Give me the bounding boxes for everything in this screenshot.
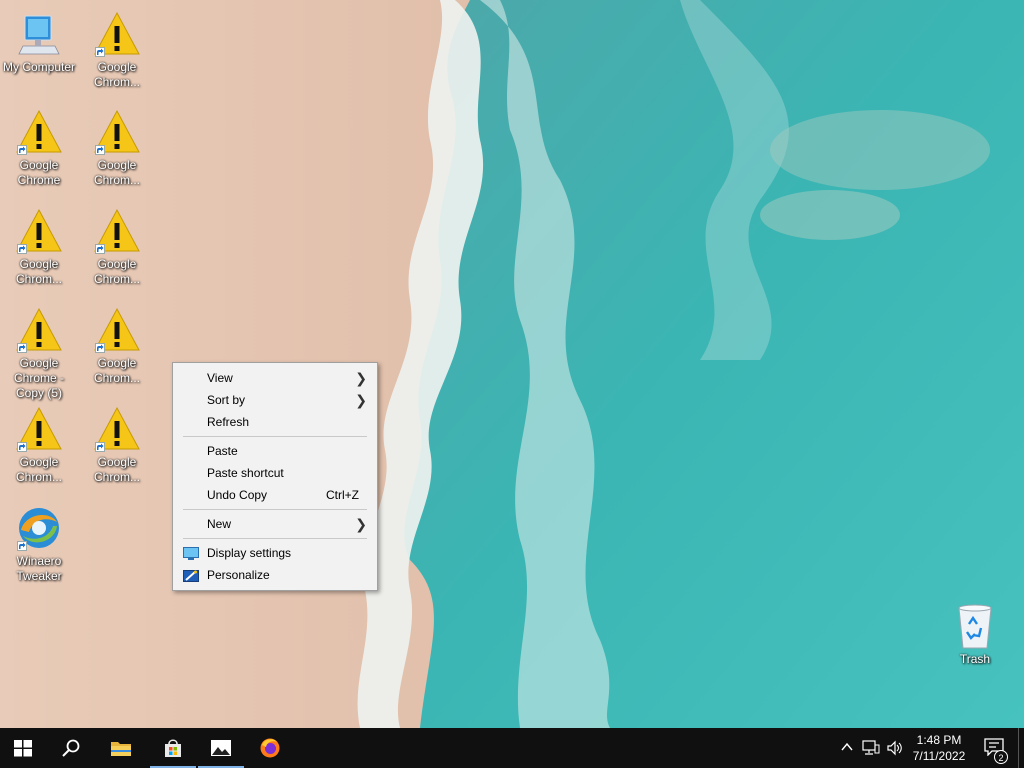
desktop-icon-google-chrome-copy-5[interactable]: Google Chrome - Copy (5) — [0, 306, 78, 401]
chevron-right-icon: ❯ — [355, 392, 367, 408]
shortcut-arrow-icon — [95, 145, 105, 155]
firefox-icon — [260, 738, 280, 758]
desktop-icon-google-chrome[interactable]: Google Chrom... — [78, 108, 156, 188]
store-button[interactable] — [150, 728, 196, 768]
photos-icon — [211, 740, 231, 756]
menu-item-sort-by[interactable]: Sort by ❯ — [173, 389, 377, 411]
desktop-icon-winaero-tweaker[interactable]: Winaero Tweaker — [0, 504, 78, 584]
menu-item-label: View — [207, 371, 233, 385]
desktop-icon-google-chrome[interactable]: Google Chrom... — [78, 405, 156, 485]
warning-icon — [93, 405, 141, 453]
menu-item-undo-copy[interactable]: Undo Copy Ctrl+Z — [173, 484, 377, 506]
desktop-icon-label: Google Chrom... — [15, 257, 62, 286]
menu-separator — [183, 538, 367, 539]
desktop-icon-google-chrome[interactable]: Google Chrom... — [78, 10, 156, 90]
computer-icon — [15, 10, 63, 58]
menu-item-view[interactable]: View ❯ — [173, 367, 377, 389]
menu-item-label: Paste — [207, 444, 238, 458]
store-icon — [165, 739, 181, 757]
menu-item-label: Personalize — [207, 568, 270, 582]
desktop-icon-label: Trash — [959, 652, 991, 666]
desktop-icon-label: Google Chrom... — [15, 455, 62, 484]
desktop-icon-google-chrome[interactable]: Google Chrom... — [78, 207, 156, 287]
menu-separator — [183, 436, 367, 437]
menu-item-label: Paste shortcut — [207, 466, 284, 480]
menu-item-paste-shortcut[interactable]: Paste shortcut — [173, 462, 377, 484]
shortcut-arrow-icon — [17, 442, 27, 452]
recycle-bin-icon — [951, 602, 999, 650]
warning-icon — [93, 10, 141, 58]
desktop-icon-label: My Computer — [2, 60, 76, 74]
file-explorer-button[interactable] — [98, 728, 144, 768]
network-icon[interactable] — [862, 740, 880, 761]
shortcut-arrow-icon — [95, 343, 105, 353]
desktop-icon-label: Google Chrom... — [93, 60, 140, 89]
desktop-icon-label: Google Chrom... — [93, 257, 140, 286]
winaero-tweaker-icon — [15, 504, 63, 552]
clock-date: 7/11/2022 — [912, 749, 966, 763]
shortcut-arrow-icon — [17, 244, 27, 254]
menu-item-refresh[interactable]: Refresh — [173, 411, 377, 433]
menu-item-new[interactable]: New ❯ — [173, 513, 377, 535]
personalize-icon — [183, 568, 199, 582]
menu-item-label: Undo Copy — [207, 488, 268, 502]
photos-button[interactable] — [198, 728, 244, 768]
warning-icon — [93, 207, 141, 255]
desktop-icon-google-chrome[interactable]: Google Chrom... — [0, 207, 78, 287]
menu-item-label: Display settings — [207, 546, 292, 560]
taskbar-clock[interactable]: 1:48 PM 7/11/2022 — [902, 732, 976, 764]
chevron-right-icon: ❯ — [355, 516, 367, 532]
show-desktop-button[interactable] — [1018, 728, 1024, 768]
start-icon — [14, 740, 32, 757]
warning-icon — [93, 108, 141, 156]
desktop-icon-label: Google Chrom... — [93, 455, 140, 484]
desktop-icon-label: Google Chrome — [17, 158, 61, 187]
firefox-button[interactable] — [247, 728, 293, 768]
file-explorer-icon — [111, 742, 131, 756]
taskbar: 1:48 PM 7/11/2022 2 — [0, 728, 1024, 768]
menu-item-personalize[interactable]: Personalize — [173, 564, 377, 586]
warning-icon — [15, 405, 63, 453]
desktop-icon-trash[interactable]: Trash — [936, 602, 1014, 667]
shortcut-arrow-icon — [17, 145, 27, 155]
search-button[interactable] — [48, 728, 94, 768]
desktop-icon-google-chrome[interactable]: Google Chrome — [0, 108, 78, 188]
shortcut-arrow-icon — [95, 47, 105, 57]
desktop-icon-google-chrome[interactable]: Google Chrom... — [0, 405, 78, 485]
menu-item-label: Refresh — [207, 415, 250, 429]
menu-item-label: Sort by — [207, 393, 246, 407]
menu-item-paste[interactable]: Paste — [173, 440, 377, 462]
warning-icon — [15, 207, 63, 255]
menu-item-label: New — [207, 517, 232, 531]
start-button[interactable] — [0, 728, 46, 768]
keyboard-shortcut: Ctrl+Z — [326, 488, 359, 502]
shortcut-arrow-icon — [95, 244, 105, 254]
warning-icon — [93, 306, 141, 354]
menu-item-display-settings[interactable]: Display settings — [173, 542, 377, 564]
desktop-icon-label: Google Chrome - Copy (5) — [13, 356, 64, 400]
show-hidden-icons-chevron-up-icon[interactable] — [840, 740, 854, 759]
warning-icon — [15, 306, 63, 354]
notification-count-badge: 2 — [994, 750, 1008, 764]
display-settings-icon — [183, 546, 199, 560]
warning-icon — [15, 108, 63, 156]
clock-time: 1:48 PM — [916, 733, 962, 747]
desktop-icon-label: Google Chrom... — [93, 356, 140, 385]
shortcut-arrow-icon — [17, 541, 27, 551]
shortcut-arrow-icon — [17, 343, 27, 353]
search-icon — [62, 739, 80, 757]
menu-separator — [183, 509, 367, 510]
desktop-icon-my-computer[interactable]: My Computer — [0, 10, 78, 75]
shortcut-arrow-icon — [95, 442, 105, 452]
desktop-icon-label: Google Chrom... — [93, 158, 140, 187]
desktop-context-menu: View ❯ Sort by ❯ Refresh Paste Paste sho… — [172, 362, 378, 591]
chevron-right-icon: ❯ — [355, 370, 367, 386]
desktop-icon-label: Winaero Tweaker — [16, 554, 62, 583]
desktop-icon-google-chrome[interactable]: Google Chrom... — [78, 306, 156, 386]
desktop[interactable]: My Computer Google Chrom... Google Chrom… — [0, 0, 1024, 728]
